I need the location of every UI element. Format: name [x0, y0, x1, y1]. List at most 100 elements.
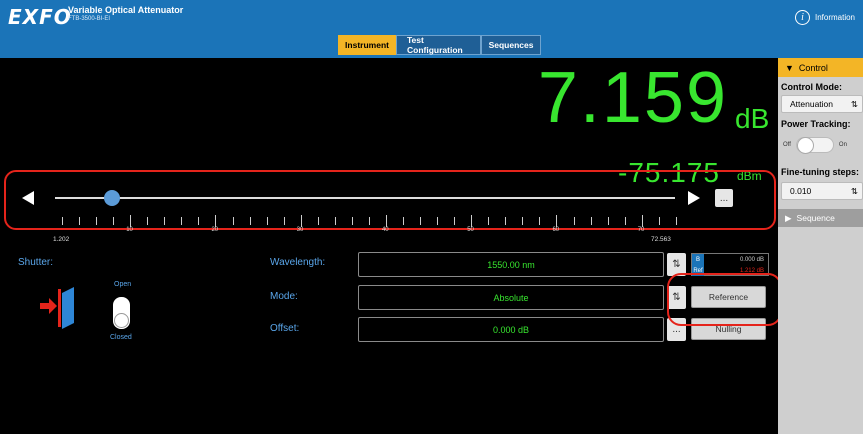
control-mode-value: Attenuation	[790, 99, 834, 109]
sequence-section-header[interactable]: ▶ Sequence	[778, 209, 863, 227]
triangle-down-icon: ▼	[785, 62, 794, 73]
reference-highlight	[667, 273, 782, 326]
slider-tick	[556, 215, 558, 227]
shutter-icon	[30, 287, 78, 334]
fine-tuning-label: Fine-tuning steps:	[781, 167, 859, 177]
slider-tick	[215, 215, 217, 227]
slider-tick	[505, 217, 507, 225]
attenuation-slider-thumb[interactable]	[104, 190, 120, 206]
reference-row-key: B	[692, 254, 704, 265]
exfo-logo: EXFO	[8, 5, 72, 29]
tab-instrument[interactable]: Instrument	[338, 35, 396, 55]
slider-tick	[130, 215, 132, 227]
tab-sequences[interactable]: Sequences	[481, 35, 541, 55]
slider-tick	[539, 217, 541, 225]
wavelength-field[interactable]: 1550.00 nm	[358, 252, 664, 277]
shutter-switch[interactable]	[113, 297, 130, 329]
slider-tick	[675, 217, 677, 225]
slider-tick	[266, 217, 268, 225]
slider-tick	[181, 217, 183, 225]
slider-tick	[113, 217, 115, 225]
control-header-label: Control	[798, 62, 828, 73]
attenuator-app: EXFO Variable Optical Attenuator FTB-350…	[0, 0, 863, 434]
slider-tick	[96, 217, 98, 225]
slider-tick	[454, 217, 456, 225]
offset-label: Offset:	[270, 323, 300, 334]
slider-tick	[368, 217, 370, 225]
attenuation-slider-track[interactable]	[55, 197, 675, 199]
shutter-open-label: Open	[114, 281, 132, 288]
slider-tick	[607, 217, 609, 225]
slider-tick	[334, 217, 336, 225]
slider-tick	[62, 217, 63, 225]
increase-arrow-icon[interactable]	[688, 191, 700, 205]
information-button[interactable]: i Information	[794, 10, 855, 25]
slider-tick	[641, 215, 643, 227]
fine-tuning-select[interactable]: 0.010 ⇅	[781, 182, 863, 200]
attenuation-readout: 7.159	[537, 58, 728, 138]
slider-tick	[658, 217, 660, 225]
shutter-closed-label: Closed	[110, 334, 132, 341]
slider-tick	[79, 217, 81, 225]
slider-tick-label: 60	[552, 227, 560, 233]
slider-tick-label: 40	[381, 227, 389, 233]
header-bar: EXFO Variable Optical Attenuator FTB-350…	[0, 0, 863, 58]
wavelength-label: Wavelength:	[270, 257, 326, 268]
app-title: Variable Optical Attenuator	[68, 5, 184, 15]
slider-tick-label: 10	[126, 227, 133, 233]
shutter-switch-knob	[114, 313, 129, 328]
offset-field[interactable]: 0.000 dB	[358, 317, 664, 342]
slider-tick	[624, 217, 626, 225]
slider-tick	[590, 217, 592, 225]
slider-tick	[351, 217, 353, 225]
slider-tick	[385, 215, 387, 227]
toggle-on-label: On	[838, 142, 847, 148]
control-mode-label: Control Mode:	[781, 82, 842, 92]
mode-field[interactable]: Absolute	[358, 285, 664, 310]
reference-row-value: 0.000 dB	[739, 256, 764, 263]
shutter-label: Shutter:	[18, 257, 54, 268]
slider-tick	[232, 217, 234, 225]
tab-bar: Instrument Test Configuration Sequences	[338, 35, 541, 55]
slider-tick	[403, 217, 404, 225]
power-tracking-row: Off On	[778, 137, 863, 154]
updown-icon: ⇅	[850, 185, 858, 196]
tab-test-configuration[interactable]: Test Configuration	[396, 35, 481, 55]
slider-tick	[164, 217, 166, 225]
slider-tick	[198, 217, 200, 225]
control-mode-select[interactable]: Attenuation ⇅	[781, 95, 863, 113]
slider-more-button[interactable]: ...	[715, 189, 733, 207]
slider-tick	[471, 215, 473, 227]
slider-tick	[283, 217, 285, 225]
slider-min-label: 1.202	[53, 236, 70, 243]
power-tracking-label: Power Tracking:	[781, 119, 851, 129]
slider-tick	[147, 217, 149, 225]
slider-tick	[488, 217, 490, 225]
slider-tick-label: 50	[467, 227, 474, 233]
information-label: Information	[814, 13, 855, 22]
slider-tick	[317, 217, 319, 225]
triangle-right-icon: ▶	[785, 212, 792, 223]
slider-tick	[300, 215, 302, 227]
app-model: FTB-3500-BI-EI	[68, 16, 111, 22]
slider-tick	[437, 217, 439, 225]
slider-tick-label: 30	[296, 227, 304, 233]
slider-highlight	[4, 170, 776, 230]
slider-tick	[522, 217, 524, 225]
fine-tuning-value: 0.010	[790, 186, 812, 196]
attenuation-unit: dB	[735, 103, 770, 134]
toggle-knob	[796, 137, 814, 154]
updown-icon: ⇅	[850, 98, 858, 109]
slider-tick-label: 70	[637, 227, 645, 233]
sequence-header-label: Sequence	[796, 213, 835, 223]
slider-max-label: 72.563	[651, 236, 671, 243]
info-icon: i	[794, 10, 810, 25]
control-section-header[interactable]: ▼ Control	[778, 58, 863, 77]
slider-tick	[249, 217, 251, 225]
power-tracking-toggle[interactable]	[795, 137, 834, 154]
decrease-arrow-icon[interactable]	[22, 191, 34, 205]
mode-label: Mode:	[270, 291, 298, 302]
control-panel: ▼ Control Control Mode: Attenuation ⇅ Po…	[778, 58, 863, 434]
toggle-off-label: Off	[783, 142, 791, 148]
slider-tick	[420, 217, 422, 225]
